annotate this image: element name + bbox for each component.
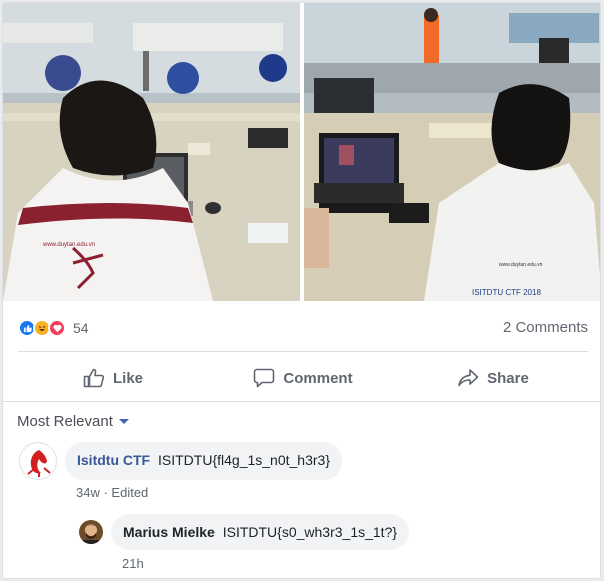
love-reaction-icon (48, 319, 66, 337)
comment-icon (254, 368, 275, 388)
comments-section: Most Relevant Isitdtu CTF ISITDTU{fl4g_1… (3, 401, 600, 578)
post-photo-1[interactable]: www.duytan.edu.vn (3, 3, 300, 301)
comment-button[interactable]: Comment (208, 359, 398, 397)
reaction-count: 54 (73, 320, 89, 336)
svg-text:www.duytan.edu.vn: www.duytan.edu.vn (499, 262, 543, 268)
comment-text: ISITDTU{fl4g_1s_n0t_h3r3} (158, 452, 330, 468)
comment-meta: 34w · Edited (76, 485, 148, 500)
reply-text: ISITDTU{s0_wh3r3_1s_1t?} (222, 524, 398, 540)
reactions-summary[interactable]: 54 (18, 318, 89, 338)
comments-count-link[interactable]: 2 Comments (503, 319, 588, 336)
like-button[interactable]: Like (18, 359, 208, 397)
comment-label: Comment (283, 369, 353, 387)
divider (18, 351, 588, 352)
reply-author[interactable]: Marius Mielke (123, 524, 215, 540)
thumbs-up-icon (83, 368, 105, 388)
post-stats: 54 2 Comments (18, 316, 588, 340)
caret-down-icon (118, 419, 129, 424)
comment-time[interactable]: 34w (76, 485, 100, 500)
share-button[interactable]: Share (398, 359, 588, 397)
comment: Isitdtu CTF ISITDTU{fl4g_1s_n0t_h3r3} (19, 442, 342, 480)
post-card: www.duytan.edu.vn www.duytan.edu.vn ISIT… (2, 2, 601, 579)
like-label: Like (112, 369, 143, 387)
reply-comment: Marius Mielke ISITDTU{s0_wh3r3_1s_1t?} (79, 514, 410, 550)
comment-edited[interactable]: · Edited (103, 485, 148, 500)
svg-text:www.duytan.edu.vn: www.duytan.edu.vn (42, 242, 95, 248)
post-actions: Like Comment Share (18, 359, 588, 397)
post-photo-2[interactable]: www.duytan.edu.vn ISITDTU CTF 2018 (304, 3, 600, 301)
avatar[interactable] (19, 442, 57, 480)
post-photos: www.duytan.edu.vn www.duytan.edu.vn ISIT… (3, 3, 600, 301)
reply-time[interactable]: 21h (122, 556, 144, 571)
comment-bubble: Isitdtu CTF ISITDTU{fl4g_1s_n0t_h3r3} (65, 442, 342, 480)
svg-text:ISITDTU CTF 2018: ISITDTU CTF 2018 (472, 288, 541, 297)
reply-meta: 21h (122, 556, 144, 571)
share-label: Share (487, 369, 529, 387)
sort-label: Most Relevant (17, 413, 113, 430)
share-icon (458, 369, 479, 387)
avatar[interactable] (79, 520, 103, 544)
comment-author[interactable]: Isitdtu CTF (77, 452, 150, 468)
comment-sort-dropdown[interactable]: Most Relevant (17, 413, 129, 430)
reply-bubble: Marius Mielke ISITDTU{s0_wh3r3_1s_1t?} (111, 514, 410, 550)
